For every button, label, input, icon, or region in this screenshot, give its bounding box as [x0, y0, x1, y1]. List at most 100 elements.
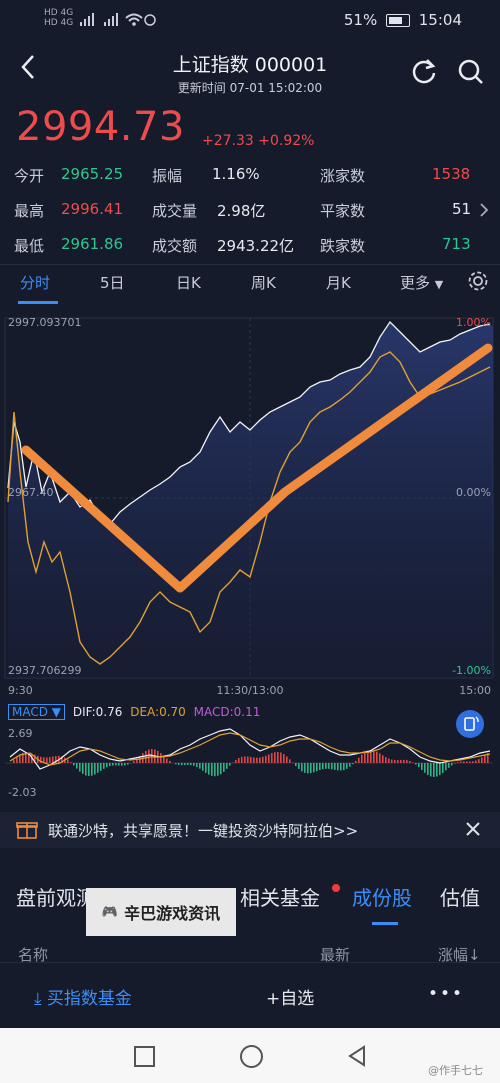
gift-icon: [16, 819, 38, 843]
active-tab-indicator: [18, 301, 58, 304]
macd-bar: [442, 763, 444, 773]
macd-bar: [379, 753, 381, 763]
macd-bar: [97, 763, 99, 773]
macd-bar: [238, 758, 240, 763]
macd-bar: [385, 757, 387, 763]
y-mid-label: 2967.40: [8, 486, 54, 499]
macd-bar: [250, 756, 252, 763]
macd-bar: [214, 763, 216, 777]
macd-bar: [187, 763, 189, 765]
macd-bar: [268, 754, 270, 763]
macd-bar: [70, 762, 72, 763]
macd-bar: [316, 763, 318, 772]
chart-settings-button[interactable]: [467, 270, 489, 296]
back-nav-button[interactable]: [346, 1044, 368, 1072]
tab-daily-k[interactable]: 日K: [176, 272, 201, 293]
add-watchlist-button[interactable]: +自选: [266, 984, 314, 1009]
refresh-button[interactable]: [410, 57, 438, 89]
tab-related-funds[interactable]: 相关基金: [240, 882, 320, 911]
macd-bar: [193, 763, 195, 766]
macd-dea: DEA:0.70: [130, 705, 186, 719]
macd-bar: [364, 752, 366, 763]
close-banner-button[interactable]: [465, 821, 481, 841]
macd-bar: [481, 757, 483, 763]
gear-icon: [468, 271, 488, 291]
macd-bar: [436, 763, 438, 777]
macd-selector[interactable]: MACD ▼: [8, 704, 66, 720]
pct-mid-label: 0.00%: [456, 486, 491, 499]
intraday-chart[interactable]: 2997.093701 2967.40 2937.706299 1.00% 0.…: [0, 312, 500, 702]
pct-bottom-label: -1.00%: [452, 664, 491, 677]
macd-bar: [145, 750, 147, 763]
macd-bar: [310, 763, 312, 774]
macd-bar: [349, 763, 351, 767]
macd-bar: [325, 763, 327, 769]
macd-bar: [220, 763, 222, 775]
macd-bar: [76, 763, 78, 769]
home-button[interactable]: [240, 1045, 263, 1068]
macd-bar: [262, 756, 264, 763]
macd-bar: [13, 759, 15, 763]
macd-bar: [181, 763, 183, 766]
expand-stats-button[interactable]: [478, 202, 490, 222]
stat-label-turnover: 成交额: [152, 237, 198, 255]
macd-bar: [211, 763, 213, 776]
macd-bar: [289, 759, 291, 763]
battery-percent: 51%: [343, 11, 378, 29]
macd-header: MACD ▼ DIF:0.76 DEA:0.70 MACD:0.11: [8, 704, 261, 720]
macd-bar: [469, 761, 471, 763]
macd-bar: [478, 759, 480, 763]
recents-button[interactable]: [134, 1046, 155, 1067]
macd-bar: [223, 763, 225, 772]
clock: 15:04: [418, 11, 462, 29]
macd-bar: [472, 761, 474, 763]
close-icon: [466, 822, 480, 836]
macd-bar: [91, 763, 93, 776]
macd-bar: [295, 763, 297, 767]
tab-constituents[interactable]: 成份股: [352, 882, 412, 911]
dropdown-icon: ▼: [434, 278, 444, 291]
macd-bar: [265, 755, 267, 763]
tab-more[interactable]: 更多 ▼: [400, 272, 443, 293]
tab-premarket[interactable]: 盘前观测: [16, 882, 96, 911]
macd-bar: [226, 763, 228, 769]
macd-bar: [259, 757, 261, 763]
macd-bar: [358, 757, 360, 763]
macd-bar: [106, 763, 108, 768]
download-icon: ⤓: [34, 989, 42, 1009]
buy-index-fund-button[interactable]: ⤓ 买指数基金: [34, 984, 132, 1009]
macd-bar: [280, 752, 282, 763]
macd-bar: [178, 763, 180, 765]
tab-5day[interactable]: 5日: [100, 272, 125, 293]
divider: [0, 264, 500, 265]
macd-value: MACD:0.11: [193, 705, 261, 719]
price-change: +27.33 +0.92%: [202, 133, 315, 149]
promo-text[interactable]: 联通沙特，共享愿景！一键投资沙特阿拉伯>>: [48, 820, 358, 841]
macd-bar: [394, 760, 396, 763]
stat-label-open: 今开: [14, 167, 45, 185]
macd-bar: [412, 762, 414, 763]
stat-label-low: 最低: [14, 237, 45, 255]
macd-bar: [175, 763, 177, 765]
macd-bar: [340, 763, 342, 771]
more-button[interactable]: •••: [428, 984, 464, 1004]
macd-bar: [253, 757, 255, 763]
macd-bar: [166, 758, 168, 763]
macd-bar: [244, 756, 246, 763]
macd-bar: [109, 763, 111, 767]
macd-bar: [124, 763, 126, 766]
tab-monthly-k[interactable]: 月K: [326, 272, 351, 293]
macd-bar: [445, 763, 447, 771]
tab-valuation[interactable]: 估值: [440, 882, 480, 911]
macd-bar: [376, 751, 378, 763]
stat-value-unchanged: 51: [452, 200, 472, 218]
search-button[interactable]: [456, 57, 486, 91]
macd-bar: [409, 760, 411, 763]
macd-bar: [430, 763, 432, 777]
tab-intraday[interactable]: 分时: [20, 272, 50, 293]
signal-indicators: HD 4G HD 4G: [44, 8, 73, 28]
tab-weekly-k[interactable]: 周K: [251, 272, 276, 293]
time-start-label: 9:30: [8, 684, 33, 697]
macd-bar: [337, 763, 339, 771]
chevron-right-icon: [480, 203, 489, 217]
